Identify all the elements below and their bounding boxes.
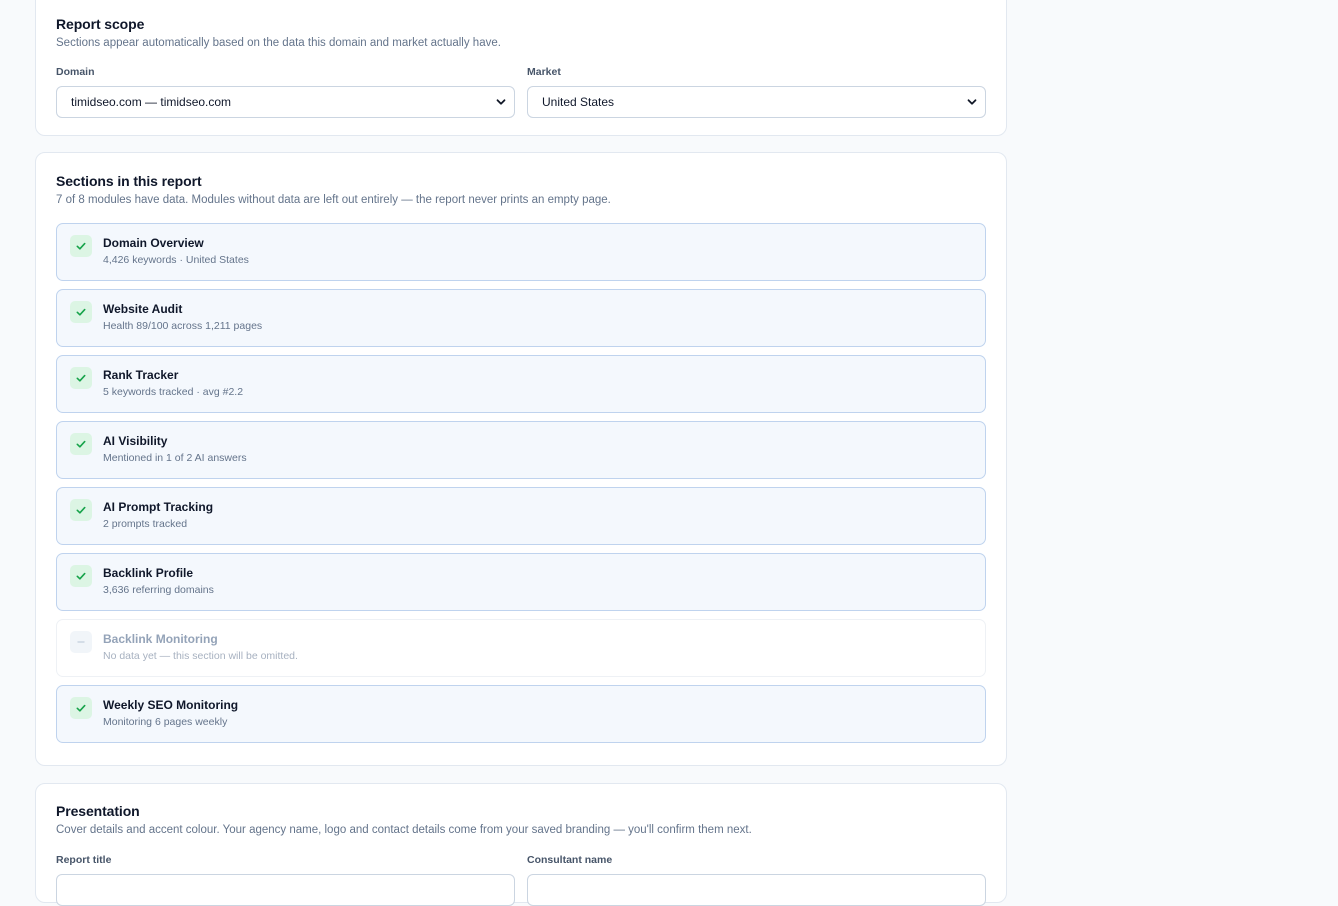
consultant-name-input[interactable] [527,874,986,906]
check-icon [70,499,92,521]
report-scope-title: Report scope [56,16,145,32]
module-detail: No data yet — this section will be omitt… [103,650,298,662]
report-title-field: Report title [56,854,515,906]
module-name: Rank Tracker [103,368,179,382]
check-icon [70,697,92,719]
domain-select[interactable]: timidseo.com — timidseo.com [56,86,515,118]
module-item[interactable]: Rank Tracker 5 keywords tracked · avg #2.… [56,355,986,413]
module-list: Domain Overview 4,426 keywords · United S… [56,223,986,743]
module-detail: Mentioned in 1 of 2 AI answers [103,452,247,464]
module-item[interactable]: Website Audit Health 89/100 across 1,211 … [56,289,986,347]
module-name: AI Visibility [103,434,168,448]
consultant-label: Consultant name [527,854,613,866]
market-field: Market United States [527,66,986,118]
module-name: Domain Overview [103,236,204,250]
check-icon [70,433,92,455]
check-icon [70,301,92,323]
dash-icon [70,631,92,653]
presentation-description: Cover details and accent colour. Your ag… [56,824,752,836]
report-scope-description: Sections appear automatically based on t… [56,37,501,49]
report-scope-card: Report scope Sections appear automatical… [35,0,1007,136]
module-detail: 4,426 keywords · United States [103,254,249,266]
module-detail: Health 89/100 across 1,211 pages [103,320,263,332]
domain-label: Domain [56,66,95,78]
sections-card: Sections in this report 7 of 8 modules h… [35,152,1007,766]
module-name: Weekly SEO Monitoring [103,698,239,712]
domain-select-value: timidseo.com — timidseo.com [71,95,232,109]
module-name: Backlink Profile [103,566,194,580]
market-select-value: United States [542,95,615,109]
report-title-input[interactable] [56,874,515,906]
chevron-down-icon [967,99,977,105]
market-label: Market [527,66,561,78]
module-name: AI Prompt Tracking [103,500,214,514]
module-item[interactable]: Domain Overview 4,426 keywords · United S… [56,223,986,281]
sections-description: 7 of 8 modules have data. Modules withou… [56,194,611,206]
consultant-field: Consultant name [527,854,986,906]
module-detail: 2 prompts tracked [103,518,188,530]
chevron-down-icon [496,99,506,105]
presentation-title: Presentation [56,803,140,819]
report-title-label: Report title [56,854,112,866]
module-name: Backlink Monitoring [103,632,218,646]
module-detail: 3,636 referring domains [103,584,214,596]
module-detail: Monitoring 6 pages weekly [103,716,228,728]
module-detail: 5 keywords tracked · avg #2.2 [103,386,244,398]
module-item[interactable]: AI Visibility Mentioned in 1 of 2 AI answ… [56,421,986,479]
check-icon [70,235,92,257]
module-item[interactable]: AI Prompt Tracking 2 prompts tracked [56,487,986,545]
sections-title: Sections in this report [56,173,202,189]
domain-field: Domain timidseo.com — timidseo.com [56,66,515,118]
presentation-card: Presentation Cover details and accent co… [35,783,1007,906]
module-item[interactable]: Weekly SEO Monitoring Monitoring 6 pages … [56,685,986,743]
module-name: Website Audit [103,302,183,316]
module-item[interactable]: Backlink Profile 3,636 referring domains [56,553,986,611]
check-icon [70,565,92,587]
check-icon [70,367,92,389]
module-item[interactable]: Backlink Monitoring No data yet — this se… [56,619,986,677]
market-select[interactable]: United States [527,86,986,118]
